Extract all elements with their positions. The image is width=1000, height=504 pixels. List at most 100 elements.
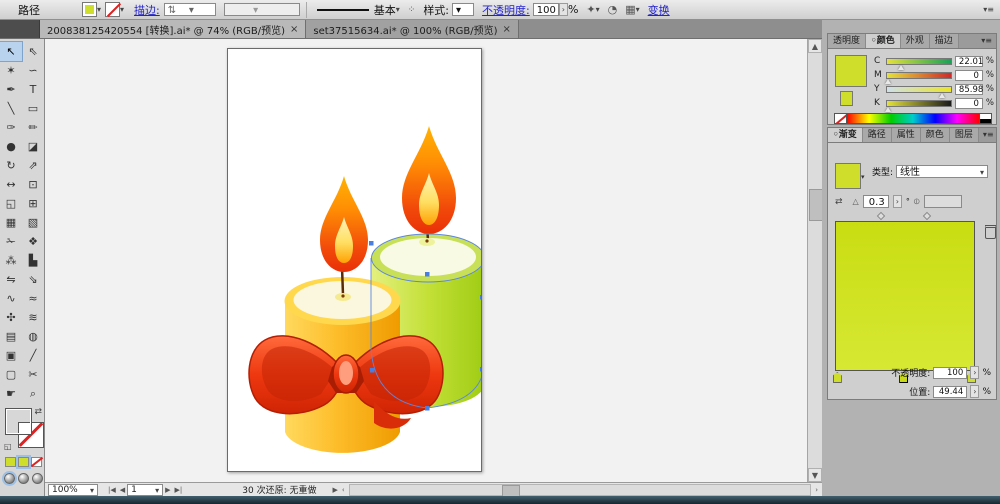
current-color-swatch[interactable] [835,55,867,87]
type-tool[interactable]: T [22,80,44,99]
line-segment-tool[interactable]: ╲ [0,99,22,118]
last-artboard-icon[interactable]: ▶| [173,486,185,494]
angle-spinner[interactable]: › [892,195,902,208]
selection-tool[interactable]: ↖ [0,41,23,62]
eraser-tool[interactable]: ◪ [22,137,44,156]
zoom-tool[interactable]: ⌕ [22,384,44,403]
gradient-midpoint[interactable] [923,211,932,221]
anchor-point[interactable] [369,241,374,246]
stroke-dropdown-arrow[interactable]: ▾ [120,5,124,14]
direct-selection-tool[interactable]: ⇖ [22,42,44,61]
artboard-grid-arrow[interactable]: ▾ [636,5,640,14]
select-similar-arrow[interactable]: ▾ [596,5,600,14]
artboard[interactable] [227,48,485,472]
vertical-scrollbar[interactable]: ▲ ▼ [807,39,823,482]
panel-menu-icon[interactable]: ▾≡ [979,128,996,142]
canvas-area[interactable] [45,39,807,482]
perspective-grid-tool[interactable]: ⊞ [22,194,44,213]
stroke-color-swatch[interactable] [105,2,121,17]
pencil-tool[interactable]: ✏ [22,118,44,137]
anchor-point[interactable] [480,295,485,300]
variable-width-dropdown[interactable]: ▾ [223,3,300,16]
anchor-point[interactable] [480,367,485,372]
channel-slider-Y[interactable] [885,85,952,98]
gradient-type-dropdown[interactable]: 线性 ▾ [896,165,989,178]
controlbar-menu-icon[interactable]: ▾≡ [983,5,994,14]
panel-tab-描边[interactable]: 描边 [929,34,959,48]
panel-tab-外观[interactable]: 外观 [900,34,930,48]
opacity-link[interactable]: 不透明度: [482,2,530,18]
normal-screen-mode-button[interactable] [2,471,17,486]
magic-wand-tool[interactable]: ✶ [0,61,22,80]
document-tab-2[interactable]: set37515634.ai* @ 100% (RGB/预览) × [306,20,519,38]
hscroll-right-icon[interactable]: › [813,486,820,494]
artboard-number-dropdown[interactable]: 1 ▾ [127,483,164,496]
hand-tool[interactable]: ☛ [0,384,22,403]
transform-link[interactable]: 变换 [648,2,670,18]
prev-artboard-icon[interactable]: ◀ [118,486,127,494]
swap-fill-stroke-icon[interactable]: ⇄ [34,407,42,417]
anchor-point[interactable] [425,272,430,277]
none-color-icon[interactable] [834,113,847,124]
first-artboard-icon[interactable]: |◀ [106,486,118,494]
scale-tool[interactable]: ⇗ [22,156,44,175]
wrinkle-tool[interactable]: ≋ [22,308,44,327]
gradient-angle-field[interactable]: 0.3 [862,195,889,208]
document-setup-icon[interactable]: ◔ [608,3,618,16]
eyedropper-tool[interactable]: ✁ [0,232,22,251]
stop-location-field[interactable]: 49.44 [933,385,968,398]
gradient-mode-button[interactable] [16,455,31,469]
panel-tab-渐变[interactable]: ◦渐变 [828,128,863,142]
column-graph-tool[interactable]: ▙ [22,251,44,270]
pen-tool[interactable]: ✒ [0,80,22,99]
color-spectrum[interactable] [834,113,992,124]
horizontal-scroll-thumb[interactable] [501,484,520,497]
free-transform-tool[interactable]: ⊡ [22,175,44,194]
live-paint-bucket-tool[interactable]: ◍ [22,327,44,346]
gradient-midpoint[interactable] [876,211,886,221]
slice-tool[interactable]: ✂ [22,365,44,384]
rotate-tool[interactable]: ↻ [0,156,22,175]
panel-tab-颜色[interactable]: 颜色 [920,128,950,142]
opacity-spinner[interactable]: › [558,3,568,16]
channel-slider-K[interactable] [885,99,953,112]
spectrum-bar[interactable] [847,113,979,124]
document-tab-1[interactable]: 200838125420554 [转换].ai* @ 74% (RGB/预览) … [40,20,307,38]
panel-tab-颜色[interactable]: ◦颜色 [866,34,901,48]
gradient-swatch[interactable] [835,163,861,189]
default-fill-stroke-icon[interactable]: ◱ [4,442,12,451]
color-mode-button[interactable] [5,457,16,467]
fullscreen-menu-mode-button[interactable] [18,473,29,484]
knife-tool[interactable]: ╱ [22,346,44,365]
panel-tab-属性[interactable]: 属性 [891,128,921,142]
blend-tool[interactable]: ❖ [22,232,44,251]
zoom-dropdown[interactable]: 100% ▾ [48,483,98,496]
envelope-mesh-tool[interactable]: ▤ [0,327,22,346]
panel-tab-路径[interactable]: 路径 [862,128,892,142]
fullscreen-mode-button[interactable] [32,473,43,484]
anchor-point[interactable] [425,406,430,411]
shape-builder-tool[interactable]: ◱ [0,194,22,213]
close-tab-icon[interactable]: × [290,24,298,35]
shear-tool[interactable]: ⇘ [22,270,44,289]
mesh-tool[interactable]: ▦ [0,213,22,232]
stroke-weight-link[interactable]: 描边: [134,2,160,18]
reverse-gradient-icon[interactable]: ⇄ [835,197,843,207]
smooth-tool[interactable]: ≈ [22,289,44,308]
blob-brush-tool[interactable]: ● [0,137,22,156]
paintbrush-tool[interactable]: ✑ [0,118,22,137]
anchor-point[interactable] [370,368,375,373]
fill-swatch[interactable] [5,408,32,435]
gradient-tool[interactable]: ▧ [22,213,44,232]
stop-opacity-spinner[interactable]: › [970,366,980,379]
channel-value-Y[interactable]: 85.98 [954,83,983,95]
channel-value-M[interactable]: 0 [955,69,983,81]
panel-tab-图层[interactable]: 图层 [949,128,979,142]
scroll-down-icon[interactable]: ▼ [808,468,822,482]
stroke-weight-stepper[interactable]: ⇅ ▾ [163,3,216,16]
fill-indicator-icon[interactable] [840,91,853,106]
channel-slider-C[interactable] [885,57,952,70]
status-menu-icon[interactable]: ▶ [331,486,340,494]
black-white-swatches[interactable] [979,113,992,124]
opacity-field[interactable]: 100 [532,3,559,16]
